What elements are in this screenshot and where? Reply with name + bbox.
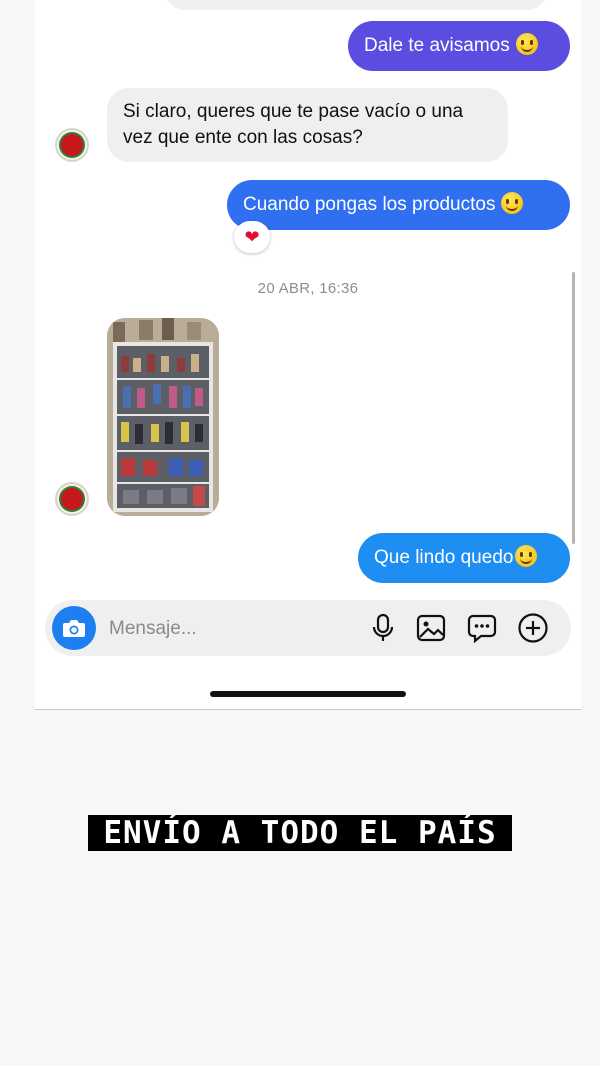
store-logo-icon xyxy=(61,488,83,510)
message-text: Dale te avisamos xyxy=(364,35,510,56)
microphone-icon xyxy=(372,613,394,641)
add-button[interactable] xyxy=(517,612,549,644)
gallery-button[interactable] xyxy=(415,612,447,644)
add-circle-icon xyxy=(518,613,548,643)
heart-reaction[interactable]: ❤ xyxy=(234,221,270,253)
star-struck-face-icon xyxy=(515,545,538,567)
gallery-icon xyxy=(416,614,446,642)
chat-screen: Dale te avisamos Si claro, queres que te… xyxy=(35,0,581,710)
message-text: Cuando pongas los productos xyxy=(243,194,496,215)
avatar[interactable] xyxy=(55,128,89,162)
heart-icon: ❤ xyxy=(244,226,260,247)
grinning-face-icon xyxy=(515,33,538,55)
message-text: Que lindo quedo xyxy=(374,547,514,568)
message-composer xyxy=(45,600,571,656)
message-outgoing-1[interactable]: Dale te avisamos xyxy=(348,21,570,71)
home-indicator xyxy=(210,691,406,697)
message-timestamp: 20 ABR, 16:36 xyxy=(257,280,359,297)
previous-message-bubble[interactable] xyxy=(165,0,547,10)
star-struck-face-icon xyxy=(501,192,524,214)
sticker-chat-icon xyxy=(467,614,497,643)
camera-icon xyxy=(63,620,85,637)
avatar[interactable] xyxy=(55,482,89,516)
scrollbar[interactable] xyxy=(572,272,575,544)
microphone-button[interactable] xyxy=(367,612,399,644)
message-incoming-photo[interactable] xyxy=(107,318,219,516)
store-shelf-photo-icon xyxy=(107,318,219,516)
message-text-line: vez que ente con las cosas? xyxy=(123,127,363,148)
message-outgoing-2[interactable]: Cuando pongas los productos xyxy=(227,180,570,230)
store-logo-icon xyxy=(61,134,83,156)
message-outgoing-3[interactable]: Que lindo quedo xyxy=(358,533,570,583)
camera-button[interactable] xyxy=(52,606,96,650)
message-incoming-1[interactable]: Si claro, queres que te pase vacío o una… xyxy=(107,88,508,162)
banner-text: ENVÍO A TODO EL PAÍS xyxy=(103,815,497,851)
shipping-banner: ENVÍO A TODO EL PAÍS xyxy=(88,815,512,851)
message-text-line: Si claro, queres que te pase vacío o una xyxy=(123,101,464,122)
message-input[interactable] xyxy=(107,613,341,645)
sticker-button[interactable] xyxy=(466,612,498,644)
